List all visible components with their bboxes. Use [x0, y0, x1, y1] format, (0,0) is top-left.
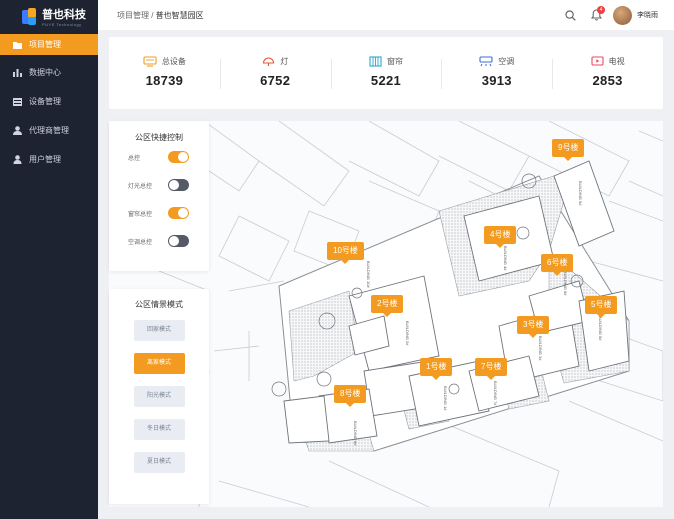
stat-label: 电视	[608, 57, 625, 66]
scene-mode-panel: 公区情景模式 回家模式 离家模式 阳光模式 冬日模式 夏日模式	[109, 289, 209, 504]
curtain-icon	[369, 56, 382, 67]
building-tag-7[interactable]: 7号楼	[475, 358, 508, 380]
switch-label: 空调总控	[128, 239, 153, 246]
breadcrumb: 项目管理 / 普也智慧园区	[117, 10, 204, 21]
sidebar-item-devices[interactable]: 设备管理	[0, 87, 98, 116]
user-icon	[12, 155, 22, 165]
stat-value: 18739	[145, 73, 184, 88]
building-tag-4[interactable]: 4号楼	[484, 226, 517, 248]
sidebar-item-users[interactable]: 用户管理	[0, 145, 98, 174]
stat-label: 空调	[498, 57, 515, 66]
sidebar-item-label: 代理商管理	[29, 126, 69, 135]
switch-row-curtains: 窗帘总控	[109, 199, 209, 227]
stat-televisions: 电视 2853	[552, 37, 663, 109]
svg-text:BUILDING 10#: BUILDING 10#	[366, 261, 371, 288]
breadcrumb-separator: /	[149, 11, 156, 20]
switch-row-ac: 空调总控	[109, 227, 209, 255]
curtains-toggle[interactable]	[168, 207, 189, 219]
quick-control-panel: 公区快捷控制 总控 灯光总控 窗帘总控 空调总控	[109, 121, 209, 271]
building-tag-3[interactable]: 3号楼	[517, 316, 550, 338]
sidebar-item-label: 用户管理	[29, 155, 61, 164]
bar-chart-icon	[12, 68, 22, 78]
stat-air-conditioners: 空调 3913	[441, 37, 552, 109]
stat-value: 3913	[481, 73, 512, 88]
mode-summer-button[interactable]: 夏日模式	[133, 452, 185, 473]
avatar[interactable]	[613, 5, 632, 25]
svg-text:BUILDING 9#: BUILDING 9#	[578, 181, 583, 206]
scene-mode-title: 公区情景模式	[135, 300, 183, 309]
svg-text:BUILDING 7#: BUILDING 7#	[493, 381, 498, 406]
stat-total-devices: 总设备 18739	[109, 37, 220, 109]
building-tag-1[interactable]: 1号楼	[420, 358, 453, 380]
quick-control-title: 公区快捷控制	[135, 133, 183, 142]
username[interactable]: 李晓雨	[637, 10, 658, 20]
building-tag-5[interactable]: 5号楼	[585, 296, 618, 318]
svg-text:BUILDING 6#: BUILDING 6#	[563, 271, 568, 296]
building-tag-2[interactable]: 2号楼	[371, 295, 404, 317]
sidebar-item-label: 数据中心	[29, 68, 61, 77]
lamp-icon	[263, 57, 275, 66]
sidebar: 普也科技 PUYE Technology 项目管理 数据中心 设备管理 代理商管…	[0, 0, 98, 519]
building-tag-10[interactable]: 10号楼	[327, 242, 364, 264]
breadcrumb-current: 普也智慧园区	[155, 11, 204, 20]
mode-winter-button[interactable]: 冬日模式	[133, 419, 185, 440]
search-button[interactable]	[561, 6, 579, 24]
switch-label: 灯光总控	[128, 183, 153, 190]
ac-icon	[479, 56, 493, 67]
stat-label: 灯	[280, 57, 289, 66]
logo-icon	[22, 7, 38, 26]
stat-value: 6752	[260, 73, 291, 88]
svg-text:BUILDING 1#: BUILDING 1#	[443, 386, 448, 411]
svg-text:BUILDING 2#: BUILDING 2#	[405, 321, 410, 346]
sidebar-item-label: 项目管理	[29, 40, 61, 49]
switch-label: 总控	[128, 155, 141, 162]
building-tag-9[interactable]: 9号楼	[552, 139, 585, 161]
stat-lamps: 灯 6752	[219, 37, 331, 109]
sidebar-item-data-center[interactable]: 数据中心	[0, 58, 98, 87]
building-tag-8[interactable]: 8号楼	[334, 385, 367, 407]
switch-row-lights: 灯光总控	[109, 171, 209, 199]
brand-tagline: PUYE Technology	[42, 22, 82, 27]
stat-curtains: 窗帘 5221	[330, 37, 442, 109]
folder-icon	[12, 40, 22, 50]
svg-text:BUILDING 8#: BUILDING 8#	[353, 421, 358, 446]
notification-button[interactable]: 4	[587, 6, 605, 24]
top-bar: 项目管理 / 普也智慧园区 4 李晓雨	[98, 0, 674, 30]
list-icon	[12, 97, 22, 107]
search-icon	[564, 9, 576, 21]
mode-home-button[interactable]: 回家模式	[133, 320, 185, 341]
svg-text:BUILDING 3#: BUILDING 3#	[538, 336, 543, 361]
stat-value: 5221	[370, 73, 402, 88]
stat-value: 2853	[592, 73, 623, 88]
switch-row-master: 总控	[109, 143, 209, 171]
mode-away-button[interactable]: 离家模式	[133, 353, 185, 374]
breadcrumb-parent[interactable]: 项目管理	[117, 11, 149, 20]
brand-logo[interactable]: 普也科技 PUYE Technology	[22, 6, 86, 27]
svg-text:BUILDING 4#: BUILDING 4#	[503, 246, 508, 271]
sidebar-item-label: 设备管理	[29, 97, 61, 106]
ac-toggle[interactable]	[168, 235, 189, 247]
tv-icon	[591, 56, 604, 66]
sidebar-item-projects[interactable]: 项目管理	[0, 34, 98, 55]
sidebar-item-agents[interactable]: 代理商管理	[0, 116, 98, 145]
sidebar-nav: 项目管理 数据中心 设备管理 代理商管理 用户管理	[0, 34, 98, 174]
svg-text:BUILDING 5#: BUILDING 5#	[598, 316, 603, 341]
users-icon	[12, 126, 22, 136]
lights-toggle[interactable]	[168, 179, 189, 191]
stat-label: 窗帘	[386, 57, 403, 66]
device-stats-panel: 总设备 18739 灯 6752 窗帘 5221 空调 3913 电视 2853	[109, 37, 663, 109]
notification-badge: 4	[597, 6, 605, 14]
device-icon	[143, 56, 157, 67]
master-toggle[interactable]	[168, 151, 189, 163]
building-tag-6[interactable]: 6号楼	[541, 254, 574, 276]
brand-name: 普也科技	[42, 9, 86, 21]
switch-label: 窗帘总控	[128, 211, 153, 218]
stat-label: 总设备	[161, 57, 186, 66]
mode-sunshine-button[interactable]: 阳光模式	[133, 386, 185, 407]
